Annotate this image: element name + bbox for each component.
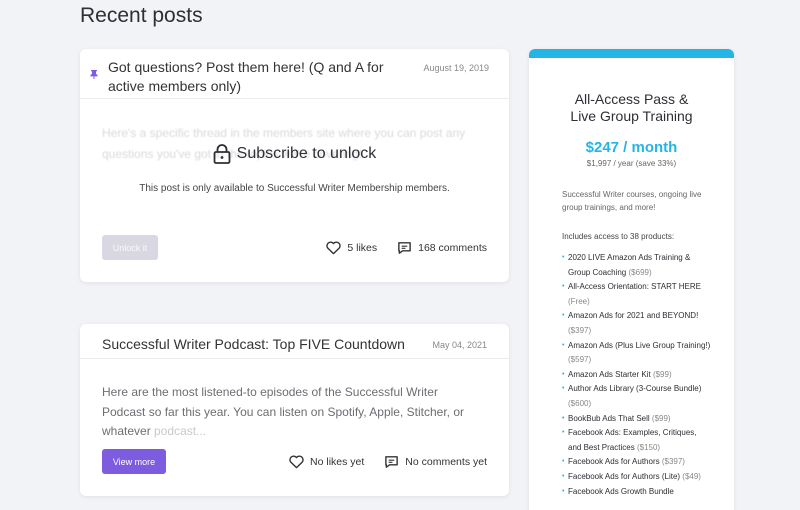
unlock-heading: Subscribe to unlock <box>80 144 509 164</box>
excerpt-fade: podcast... <box>154 424 207 438</box>
comments-stat[interactable]: 168 comments <box>397 241 487 255</box>
post-header: Successful Writer Podcast: Top FIVE Coun… <box>80 324 509 359</box>
post-card: Successful Writer Podcast: Top FIVE Coun… <box>80 324 509 496</box>
post-excerpt: Here are the most listened-to episodes o… <box>102 383 482 442</box>
accent-bar <box>529 49 734 58</box>
unlock-button[interactable]: Unlock it <box>102 235 158 260</box>
post-title[interactable]: Got questions? Post them here! (Q and A … <box>108 58 408 96</box>
comments-count: No comments yet <box>405 455 487 468</box>
pricing-card: All-Access Pass & Live Group Training $2… <box>529 49 734 510</box>
product-list: 2020 LIVE Amazon Ads Training & Group Co… <box>562 251 712 499</box>
product-item[interactable]: Author Ads Library (3-Course Bundle) ($6… <box>562 382 712 411</box>
product-item[interactable]: Facebook Ads Growth Bundle <box>562 485 712 500</box>
comment-icon <box>398 241 411 254</box>
plan-yearly-price: $1,997 / year (save 33%) <box>586 159 677 168</box>
plan-description: Successful Writer courses, ongoing live … <box>562 190 702 212</box>
page-title: Recent posts <box>80 4 203 27</box>
view-more-button[interactable]: View more <box>102 449 166 474</box>
product-item[interactable]: BookBub Ads That Sell ($99) <box>562 412 712 427</box>
product-item[interactable]: 2020 LIVE Amazon Ads Training & Group Co… <box>562 251 712 280</box>
unlock-note: This post is only available to Successfu… <box>139 183 450 194</box>
product-item[interactable]: Amazon Ads Starter Kit ($99) <box>562 368 712 383</box>
plan-title-line: Live Group Training <box>570 108 693 124</box>
product-item[interactable]: All-Access Orientation: START HERE (Free… <box>562 280 712 309</box>
product-item[interactable]: Facebook Ads for Authors ($397) <box>562 455 712 470</box>
heart-icon <box>289 454 304 468</box>
product-item[interactable]: Amazon Ads for 2021 and BEYOND! ($397) <box>562 309 712 338</box>
plan-title-line: All-Access Pass & <box>574 91 689 107</box>
likes-stat[interactable]: 5 likes <box>326 240 378 255</box>
post-header: Got questions? Post them here! (Q and A … <box>80 49 509 99</box>
likes-count: No likes yet <box>310 455 365 468</box>
comments-count: 168 comments <box>418 241 487 254</box>
post-footer: Unlock it 5 likes 168 comments <box>102 235 487 260</box>
likes-count: 5 likes <box>347 241 378 254</box>
likes-stat[interactable]: No likes yet <box>289 454 365 469</box>
product-item[interactable]: Facebook Ads: Examples, Critiques, and B… <box>562 426 712 455</box>
plan-price: $247 / month <box>585 139 678 156</box>
includes-label: Includes access to 38 products: <box>562 232 675 241</box>
post-date: May 04, 2021 <box>432 340 487 350</box>
plan-title: All-Access Pass & Live Group Training <box>529 91 734 125</box>
lock-icon <box>213 144 231 164</box>
unlock-title: Subscribe to unlock <box>236 145 377 162</box>
post-footer: View more No likes yet No comments yet <box>102 449 487 474</box>
comment-icon <box>385 455 399 468</box>
comments-stat[interactable]: No comments yet <box>384 455 487 469</box>
post-date: August 19, 2019 <box>423 63 489 73</box>
product-item[interactable]: Amazon Ads (Plus Live Group Training!) (… <box>562 339 712 368</box>
product-item[interactable]: Facebook Ads for Authors (Lite) ($49) <box>562 470 712 485</box>
heart-icon <box>326 240 342 254</box>
pin-icon <box>90 70 108 81</box>
post-card-locked: Got questions? Post them here! (Q and A … <box>80 49 509 282</box>
post-title[interactable]: Successful Writer Podcast: Top FIVE Coun… <box>102 335 432 354</box>
locked-content: Here's a specific thread in the members … <box>80 99 509 219</box>
